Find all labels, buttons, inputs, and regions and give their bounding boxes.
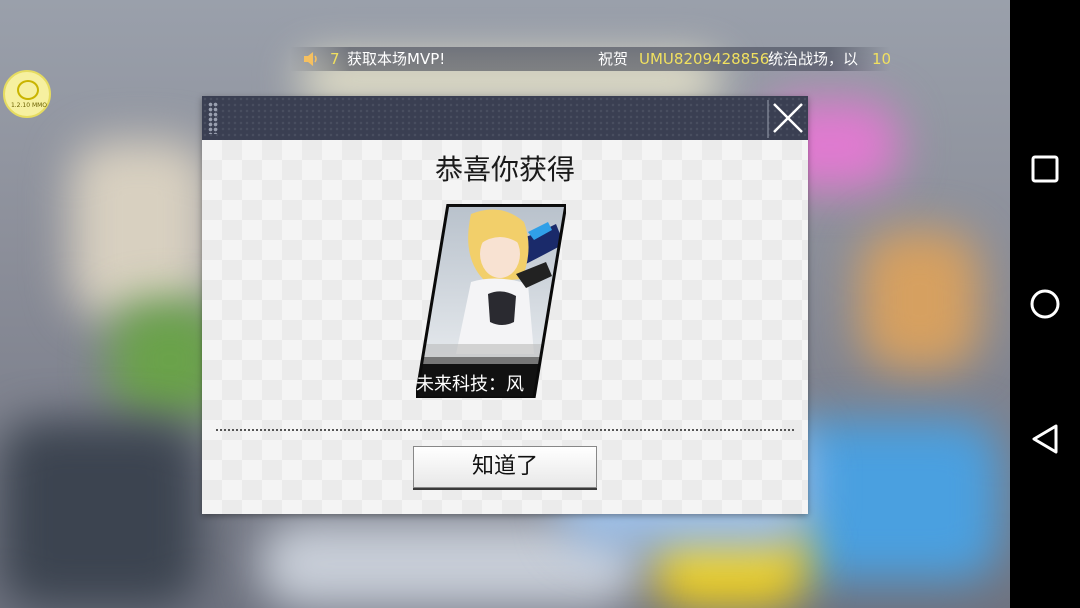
announcement-user: UMU8209428856 — [639, 50, 770, 68]
grip-icon — [208, 102, 218, 134]
speaker-icon — [304, 52, 317, 66]
reward-name: 未来科技：风 — [416, 374, 524, 395]
announcement-count: 7 — [330, 50, 340, 68]
app-logo[interactable]: 1.2.10 MMO — [3, 70, 51, 118]
home-icon — [1030, 289, 1060, 319]
announcement-text-c: 统治战场，以 — [768, 50, 859, 68]
back-button[interactable] — [1026, 420, 1064, 458]
dialog-title: 恭喜你获得 — [434, 153, 575, 186]
logo-text: 1.2.10 MMO — [10, 102, 48, 109]
home-button[interactable] — [1026, 285, 1064, 323]
close-icon — [767, 100, 803, 138]
reward-card: 未来科技：风 — [414, 202, 568, 400]
reward-dialog: 恭喜你获得 未来科技：风 知道了 — [202, 96, 808, 514]
announcement-text-b: 祝贺 — [598, 50, 629, 68]
logo-ring-icon — [17, 80, 39, 100]
recents-icon — [1031, 155, 1059, 183]
announcement-marquee: 7 获取本场MVP! 祝贺 UMU8209428856 统治战场，以 10 — [290, 47, 892, 71]
dialog-divider — [216, 429, 794, 431]
announcement-count-2: 10 — [872, 50, 892, 68]
close-button[interactable] — [760, 96, 808, 140]
recents-button[interactable] — [1026, 150, 1064, 188]
reward-portrait — [414, 202, 568, 400]
confirm-button[interactable]: 知道了 — [413, 446, 597, 488]
android-nav-bar — [1010, 0, 1080, 608]
dialog-header — [202, 96, 808, 140]
announcement-text-a: 获取本场MVP! — [347, 50, 446, 68]
back-icon — [1032, 424, 1058, 454]
